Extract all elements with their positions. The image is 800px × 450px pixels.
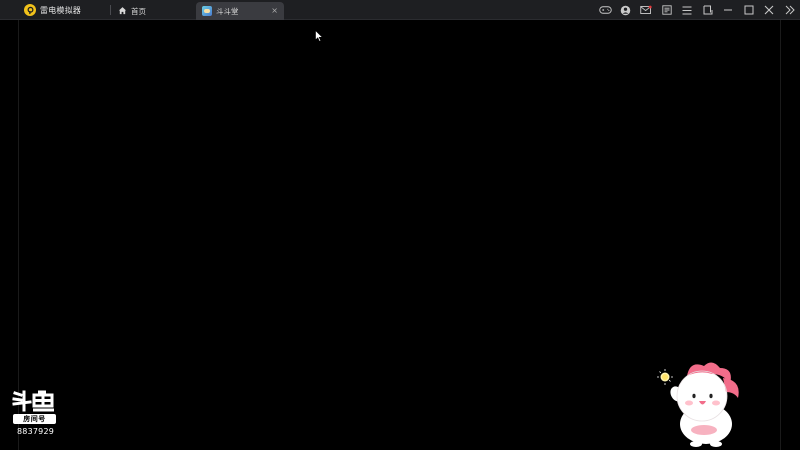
fullscreen-crop-icon[interactable] xyxy=(698,0,719,20)
tab-divider xyxy=(110,5,111,15)
tab-home[interactable]: 首页 xyxy=(112,2,194,20)
gamepad-icon[interactable] xyxy=(595,0,616,20)
mouse-cursor-icon xyxy=(315,27,324,42)
tab-label: 斗斗堂 xyxy=(216,6,239,16)
room-badge: 房间号 xyxy=(13,414,56,424)
expand-sidebar-icon[interactable] xyxy=(780,0,800,20)
title-bar: 雷电模拟器 首页 斗斗堂 × xyxy=(0,0,800,20)
mail-icon[interactable] xyxy=(636,0,657,20)
app-brand[interactable]: 雷电模拟器 xyxy=(24,3,81,17)
menu-icon[interactable] xyxy=(677,0,698,20)
maximize-icon[interactable] xyxy=(739,0,760,20)
user-icon[interactable] xyxy=(616,0,637,20)
minimize-icon[interactable] xyxy=(718,0,739,20)
close-icon[interactable] xyxy=(759,0,780,20)
tab-game[interactable]: 斗斗堂 × xyxy=(196,2,284,20)
ldplayer-logo-icon xyxy=(24,4,36,16)
app-name: 雷电模拟器 xyxy=(40,5,81,15)
home-icon xyxy=(118,6,127,17)
tab-close-icon[interactable]: × xyxy=(271,5,278,17)
douyu-watermark: 房间号 8837929 xyxy=(12,390,60,438)
tab-label: 首页 xyxy=(131,6,146,16)
mascot-sticker xyxy=(654,356,749,448)
game-app-icon xyxy=(202,6,212,16)
douyu-logo-icon xyxy=(12,390,54,412)
room-number: 8837929 xyxy=(17,427,55,436)
screen: 雷电模拟器 首页 斗斗堂 × 房间号 8837929 xyxy=(0,0,800,450)
edit-icon[interactable] xyxy=(657,0,678,20)
window-toolbar xyxy=(595,0,800,20)
